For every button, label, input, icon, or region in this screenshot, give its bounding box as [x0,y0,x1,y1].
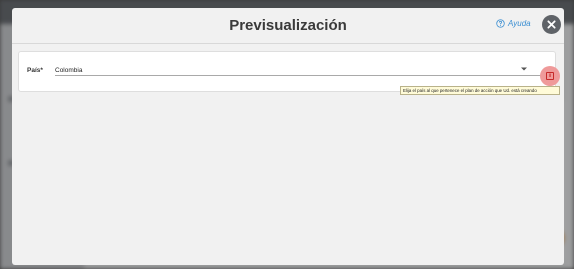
chevron-down-icon [521,67,527,71]
required-marker: * [40,67,43,74]
question-circle-icon [496,18,505,28]
preview-modal: Previsualización Ayuda País* Colombia i … [12,8,564,265]
header-divider [12,43,564,44]
country-label-text: País [27,67,41,74]
field-tooltip: Elija el país al que pertenece el plan d… [400,86,560,95]
info-icon: i [546,72,554,80]
modal-title: Previsualización [229,17,347,34]
country-field-label: País* [27,67,43,74]
close-icon [547,20,556,29]
country-select[interactable]: Colombia [55,61,543,76]
modal-header: Previsualización Ayuda [12,8,564,44]
country-select-value: Colombia [55,67,83,74]
viewport: Previsualización Ayuda País* Colombia i … [0,0,574,269]
help-link[interactable]: Ayuda [496,17,531,29]
field-info-button[interactable]: i [540,66,560,86]
help-label: Ayuda [508,18,531,28]
close-button[interactable] [542,15,561,34]
